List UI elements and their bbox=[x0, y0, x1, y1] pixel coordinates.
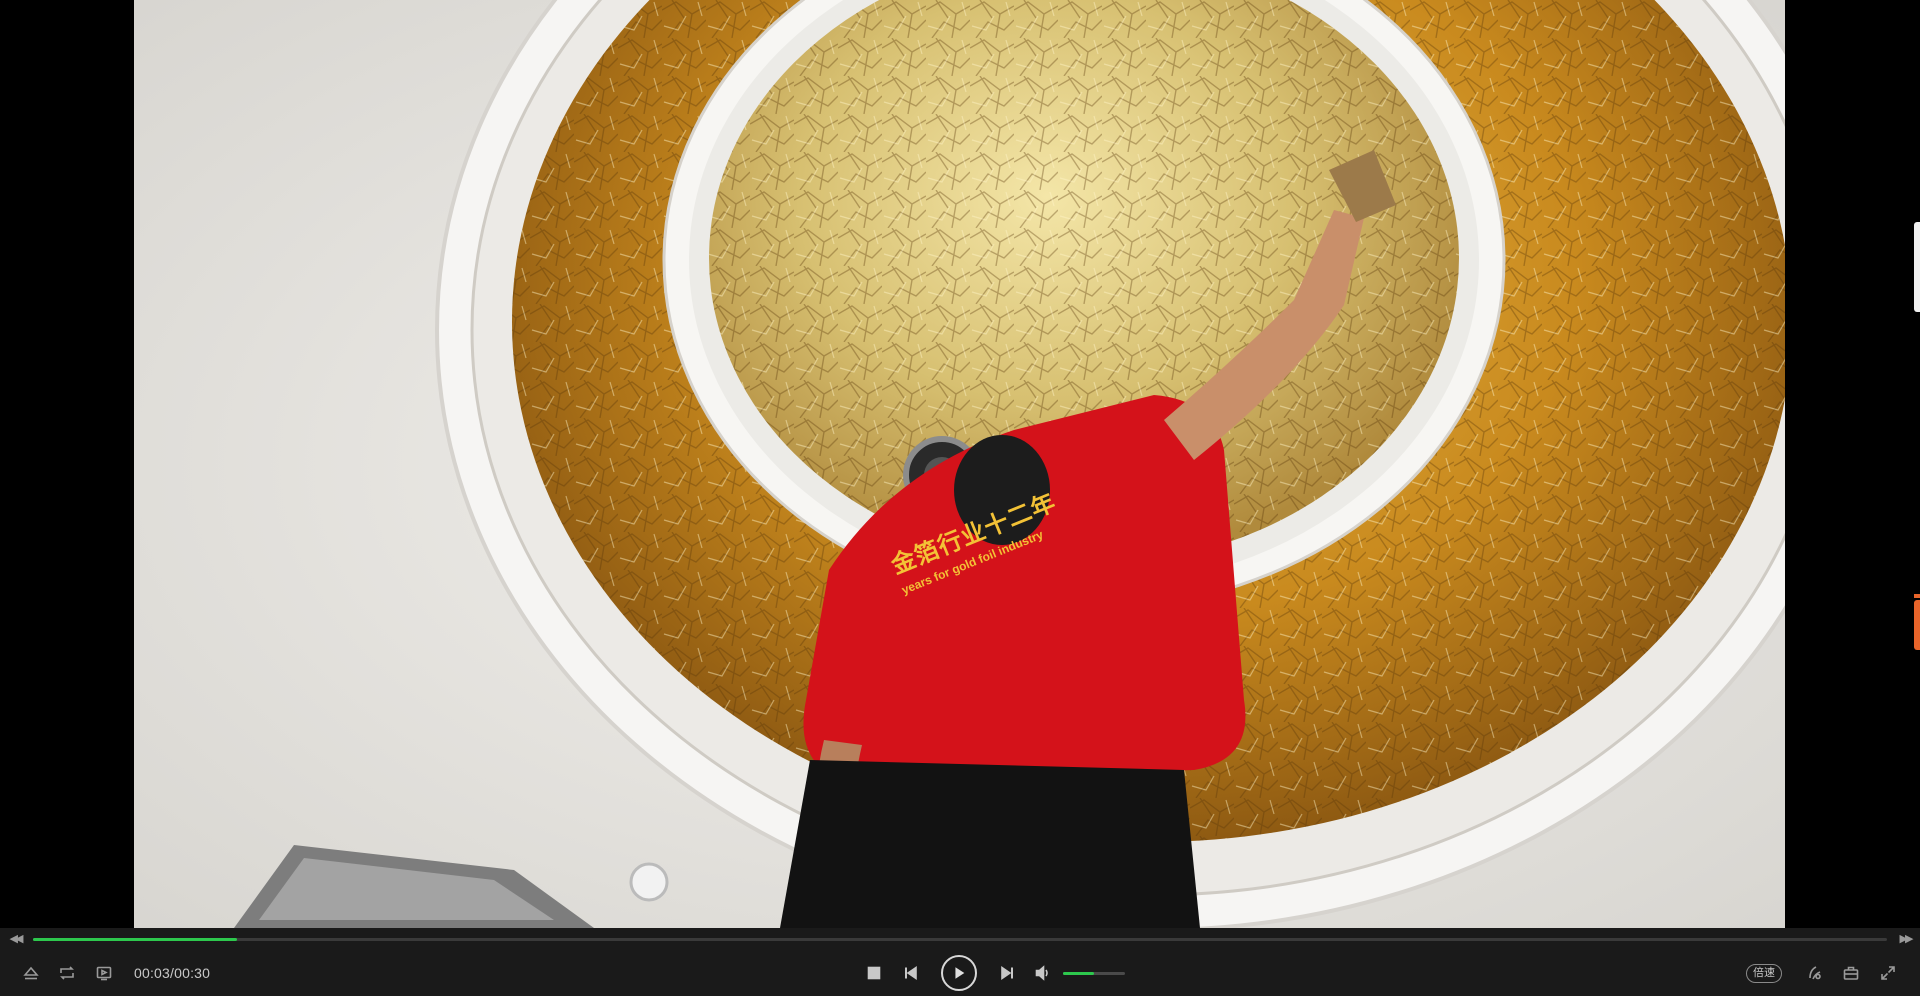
eject-icon bbox=[23, 966, 39, 980]
speed-button[interactable]: 倍速 bbox=[1746, 964, 1782, 983]
skip-next-icon bbox=[1001, 965, 1013, 981]
toolbox-button[interactable] bbox=[1840, 962, 1862, 984]
pip-icon bbox=[1809, 966, 1821, 980]
control-bar: 00:03/00:30 倍速 bbox=[0, 950, 1920, 996]
toolbox-icon bbox=[1843, 966, 1859, 980]
stop-button[interactable] bbox=[863, 962, 885, 984]
play-icon bbox=[955, 967, 965, 979]
next-button[interactable] bbox=[996, 962, 1018, 984]
fullscreen-icon bbox=[1881, 966, 1895, 980]
previous-button[interactable] bbox=[900, 962, 922, 984]
eject-button[interactable] bbox=[20, 962, 42, 984]
playlist-button[interactable] bbox=[93, 962, 115, 984]
pip-button[interactable] bbox=[1804, 962, 1826, 984]
fullscreen-button[interactable] bbox=[1877, 962, 1899, 984]
play-button[interactable] bbox=[941, 955, 977, 991]
double-chevron-left-icon[interactable]: ◀◀ bbox=[4, 931, 26, 947]
playlist-icon bbox=[96, 966, 112, 981]
stop-icon bbox=[867, 966, 881, 980]
volume-fill bbox=[1063, 972, 1094, 975]
progress-bar[interactable] bbox=[33, 938, 1887, 941]
loop-icon bbox=[60, 966, 74, 980]
volume-slider[interactable] bbox=[1063, 972, 1125, 975]
progress-row: ◀◀ ▶▶ bbox=[0, 928, 1920, 950]
video-image bbox=[134, 0, 1785, 928]
video-area[interactable]: 金箔行业十二年 years for gold foil industry bbox=[0, 0, 1920, 928]
time-display: 00:03/00:30 bbox=[134, 965, 211, 981]
volume-icon bbox=[1035, 965, 1048, 981]
skip-previous-icon bbox=[905, 965, 917, 981]
volume-button[interactable] bbox=[1032, 962, 1054, 984]
double-chevron-right-icon[interactable]: ▶▶ bbox=[1894, 931, 1916, 947]
loop-button[interactable] bbox=[56, 962, 78, 984]
progress-fill bbox=[33, 938, 237, 941]
side-panel-tab[interactable] bbox=[1914, 222, 1920, 312]
video-frame[interactable] bbox=[134, 0, 1785, 928]
side-feedback-tab[interactable] bbox=[1914, 594, 1920, 650]
